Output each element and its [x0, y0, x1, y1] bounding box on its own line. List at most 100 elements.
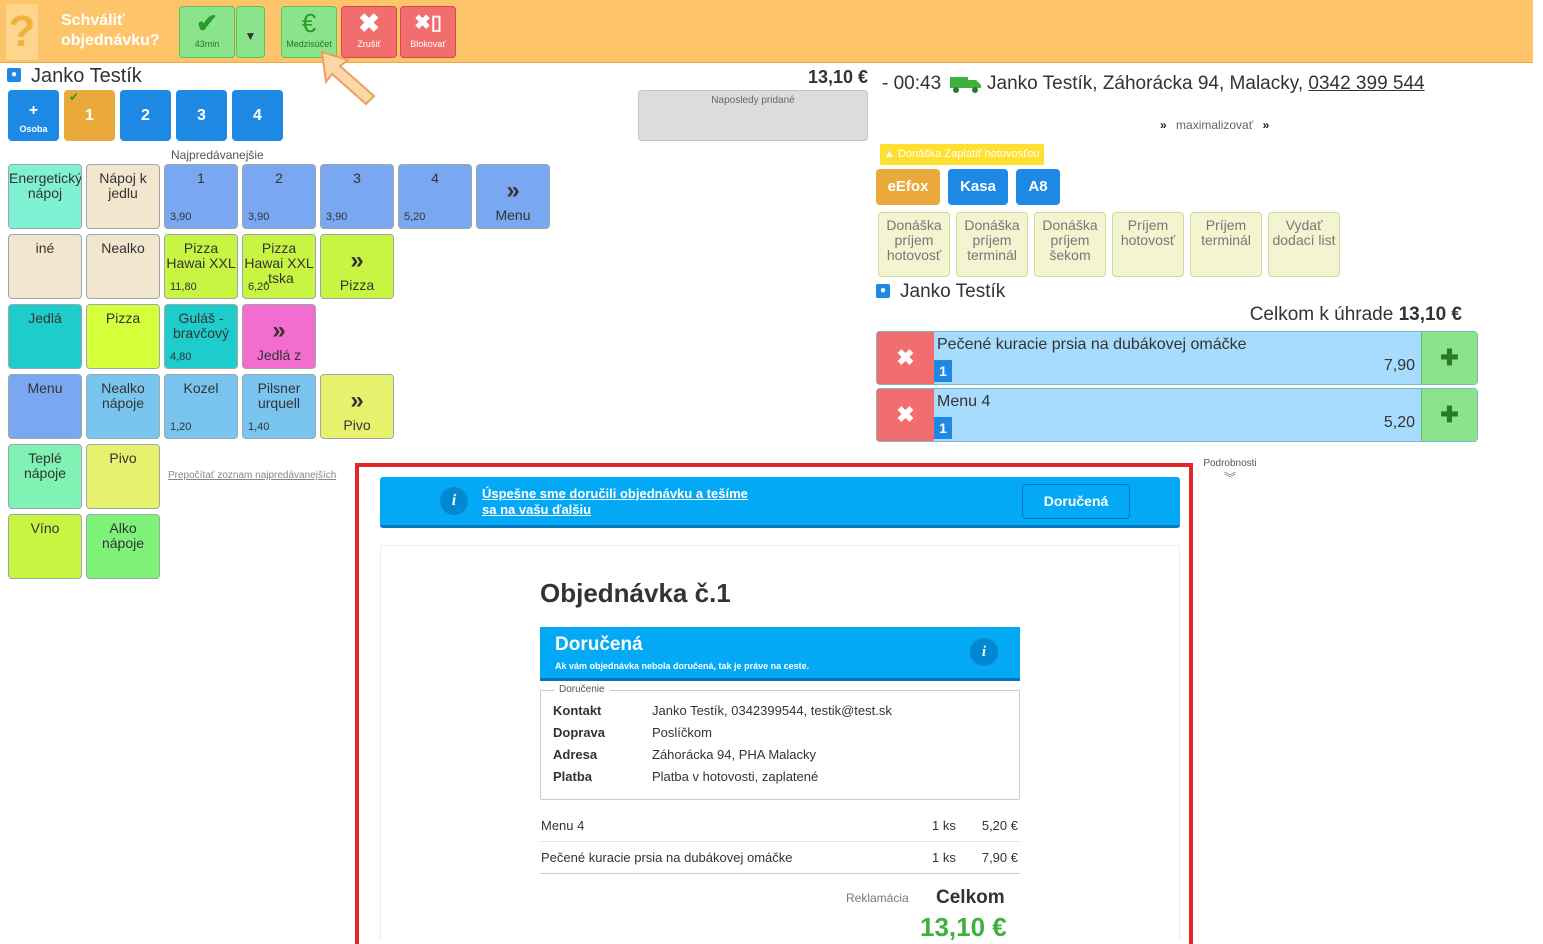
info-icon: i — [440, 487, 468, 515]
product-tile[interactable]: Pizza Hawai XXL 11,80 — [164, 234, 238, 299]
close-icon: ✖ — [358, 8, 380, 38]
user-icon: ● — [876, 284, 890, 298]
product-tile[interactable]: Nealko — [86, 234, 160, 299]
order-line: Pečené kuracie prsia na dubákovej omáčke… — [540, 850, 1020, 874]
bestsellers-label: Najpredávanejšie — [171, 148, 264, 162]
maximize-toggle[interactable]: » maximalizovať » — [1160, 118, 1269, 132]
item-quantity[interactable]: 1 — [934, 360, 952, 382]
product-tile[interactable]: Teplé nápoje — [8, 444, 82, 509]
complaint-link[interactable]: Reklamácia — [846, 891, 909, 905]
block-phone-icon: ✖▯ — [414, 12, 442, 34]
double-chevron-right-icon: » — [350, 247, 364, 274]
cash-button[interactable]: Donáška príjem terminál — [956, 212, 1028, 277]
delivery-time: - 00:43 — [882, 73, 942, 94]
remove-item-button[interactable]: ✖ — [877, 332, 934, 384]
detail-row: Platba Platba v hotovosti, zaplatené — [553, 769, 819, 784]
channel-button[interactable]: A8 — [1016, 169, 1060, 205]
recalc-link[interactable]: Prepočítať zoznam najpredávanejších — [168, 470, 366, 481]
pay-cash-badge: ▲ Donáška Zaplatiť hotovosťou — [880, 144, 1044, 165]
product-tile[interactable]: Kozel 1,20 — [164, 374, 238, 439]
product-tile[interactable]: Pizza — [86, 304, 160, 369]
detail-row: Doprava Poslíčkom — [553, 725, 712, 740]
product-tile[interactable]: iné — [8, 234, 82, 299]
notification-text[interactable]: Úspešne sme doručili objednávku a tešíme… — [482, 486, 752, 518]
add-item-button[interactable]: ✚ — [1421, 332, 1477, 384]
tile-price: 4,80 — [170, 351, 192, 363]
product-tile[interactable]: Jedlá — [8, 304, 82, 369]
double-chevron-right-icon: » — [272, 317, 286, 344]
product-tile[interactable]: Pivo — [86, 444, 160, 509]
tile-price: 1,20 — [170, 421, 192, 433]
product-tile[interactable]: Guláš - bravčový 4,80 — [164, 304, 238, 369]
tile-price: 6,20 — [248, 281, 270, 293]
approve-button[interactable]: ✔ 43min — [179, 6, 235, 58]
product-tile[interactable]: Nápoj k jedlu — [86, 164, 160, 229]
approve-dropdown-button[interactable]: ▼ — [236, 6, 265, 58]
double-chevron-down-icon: » — [1160, 118, 1167, 132]
tile-price: 11,80 — [170, 281, 197, 293]
block-button[interactable]: ✖▯ Blokovať — [400, 6, 456, 58]
tile-price: 3,90 — [326, 211, 348, 223]
detail-row: Kontakt Janko Testík, 0342399544, testik@… — [553, 703, 892, 718]
check-icon: ✔ — [196, 8, 218, 38]
notification-bar: i Úspešne sme doručili objednávku a teší… — [380, 477, 1180, 528]
product-tile[interactable]: 1 3,90 — [164, 164, 238, 229]
seat-button[interactable]: 4 — [232, 90, 283, 141]
chevron-down-icon: ︾ — [1223, 471, 1236, 485]
product-tile[interactable]: 3 3,90 — [320, 164, 394, 229]
phone-link[interactable]: 0342 399 544 — [1308, 73, 1424, 94]
caret-down-icon: ▼ — [244, 29, 257, 43]
product-tile[interactable]: Menu — [8, 374, 82, 439]
cash-button[interactable]: Donáška príjem šekom — [1034, 212, 1106, 277]
product-tile[interactable]: Nealko nápoje — [86, 374, 160, 439]
approval-bar: ? Schváliť objednávku? ✔ 43min ▼ € Medzi… — [0, 0, 1533, 63]
total-label: Celkom — [936, 887, 1005, 908]
add-item-button[interactable]: ✚ — [1421, 389, 1477, 441]
order-item: ✖ Menu 4 1 5,20 ✚ — [876, 388, 1478, 442]
delivered-button[interactable]: Doručená — [1022, 484, 1130, 519]
last-added-box: Naposledy pridané — [638, 90, 868, 141]
truck-icon — [950, 74, 982, 94]
item-quantity[interactable]: 1 — [934, 417, 952, 439]
status-title: Doručená — [555, 634, 643, 655]
double-chevron-down-icon: » — [1262, 118, 1270, 132]
product-tile[interactable]: Víno — [8, 514, 82, 579]
category-more-button[interactable]: » Pizza — [320, 234, 394, 299]
double-chevron-right-icon: » — [506, 177, 520, 204]
seat-button[interactable]: 2 — [120, 90, 171, 141]
status-subtitle: Ak vám objednávka nebola doručená, tak j… — [555, 661, 810, 671]
category-more-button[interactable]: » Menu — [476, 164, 550, 229]
seat-button[interactable]: 3 — [176, 90, 227, 141]
cash-button[interactable]: Príjem terminál — [1190, 212, 1262, 277]
fieldset-legend: Doručenie — [554, 684, 610, 695]
euro-icon: € — [301, 8, 317, 38]
order-line: Menu 4 1 ks 5,20 € — [540, 818, 1020, 842]
item-price: 5,20 — [1383, 414, 1415, 431]
channel-button[interactable]: Kasa — [948, 169, 1008, 205]
order-customer-name: Janko Testík — [900, 281, 1006, 302]
category-more-button[interactable]: » Pivo — [320, 374, 394, 439]
order-total: 13,10 € — [807, 67, 868, 87]
pointer-arrow-icon — [320, 50, 376, 106]
product-tile[interactable]: 4 5,20 — [398, 164, 472, 229]
details-toggle[interactable]: Podrobnosti ︾ — [1198, 458, 1262, 486]
product-tile[interactable]: Energetický nápoj — [8, 164, 82, 229]
cash-button[interactable]: Príjem hotovosť — [1112, 212, 1184, 277]
category-more-button[interactable]: » Jedlá z — [242, 304, 316, 369]
approval-title: Schváliť objednávku? — [61, 12, 160, 49]
channel-button[interactable]: eEfox — [876, 169, 940, 205]
double-chevron-right-icon: » — [350, 387, 364, 414]
remove-item-button[interactable]: ✖ — [877, 389, 934, 441]
check-icon: ✔ — [69, 90, 80, 104]
add-person-button[interactable]: + Osoba — [8, 90, 59, 141]
product-tile[interactable]: 2 3,90 — [242, 164, 316, 229]
product-tile[interactable]: Pilsner urquell 1,40 — [242, 374, 316, 439]
bell-icon: ▲ — [884, 148, 898, 160]
cash-button[interactable]: Donáška príjem hotovosť — [878, 212, 950, 277]
info-icon[interactable]: i — [970, 638, 998, 666]
product-tile[interactable]: Alko nápoje — [86, 514, 160, 579]
cash-button[interactable]: Vydať dodací list — [1268, 212, 1340, 277]
product-tile[interactable]: Pizza Hawai XXL ,tska 6,20 — [242, 234, 316, 299]
status-banner: Doručená Ak vám objednávka nebola doruče… — [540, 627, 1020, 681]
tile-price: 3,90 — [248, 211, 270, 223]
